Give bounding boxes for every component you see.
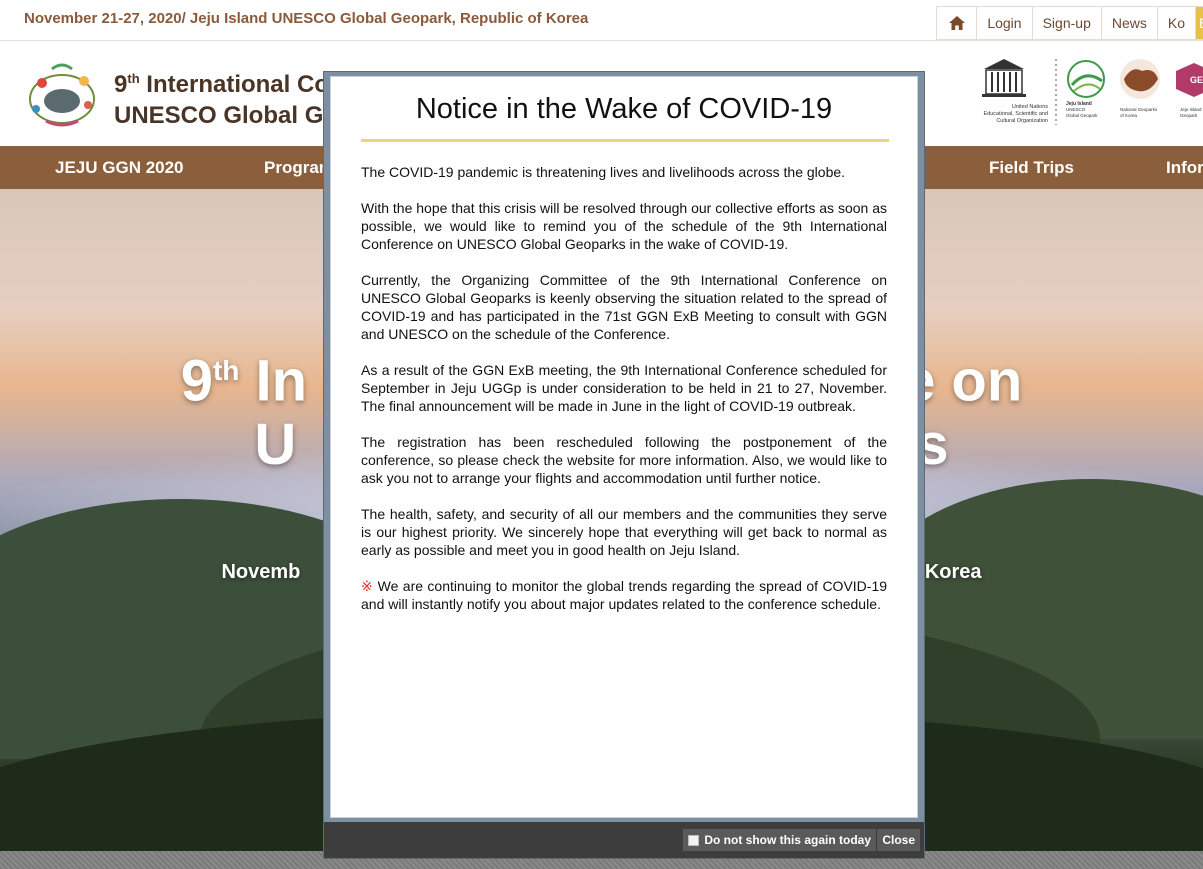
dont-show-today-label[interactable]: Do not show this again today <box>704 833 871 847</box>
svg-text:Geopark: Geopark <box>1180 113 1198 118</box>
notice-paragraph: Currently, the Organizing Committee of t… <box>361 272 887 342</box>
svg-text:National Geoparks: National Geoparks <box>1120 107 1158 112</box>
unesco-logo: United Nations Educational, Scientific a… <box>982 59 1048 124</box>
notice-paragraph: As a result of the GGN ExB meeting, the … <box>361 362 887 414</box>
notice-paragraph: The registration has been rescheduled fo… <box>361 434 887 486</box>
title-underline <box>361 139 889 142</box>
conference-logo[interactable] <box>22 61 102 129</box>
reference-mark-icon: ※ <box>361 578 374 594</box>
signup-link[interactable]: Sign-up <box>1031 6 1101 40</box>
jeju-geopark-badge: GEO Jeju Island Geopark <box>1176 63 1203 118</box>
svg-text:UNESCO: UNESCO <box>1066 107 1086 112</box>
checkbox-icon[interactable] <box>688 834 700 846</box>
notice-note: ※ We are continuing to monitor the globa… <box>361 577 887 613</box>
notice-note-text: We are continuing to monitor the global … <box>361 578 888 612</box>
nav-field-trips[interactable]: Field Trips <box>989 158 1074 178</box>
notice-paragraph: With the hope that this crisis will be r… <box>361 200 887 252</box>
home-button[interactable] <box>936 6 977 40</box>
notice-paragraph: The health, safety, and security of all … <box>361 506 887 558</box>
title-line-1: International Co <box>139 71 329 98</box>
korean-language-link[interactable]: Ko <box>1156 6 1195 40</box>
hero-title-ordinal: th <box>212 355 240 386</box>
svg-text:GEO: GEO <box>1190 75 1203 85</box>
hero-title-number: 9 <box>180 348 213 414</box>
popup-content: Notice in the Wake of COVID-19 The COVID… <box>330 76 918 818</box>
svg-text:United Nations: United Nations <box>1012 104 1048 110</box>
english-language-link[interactable]: E <box>1195 6 1203 40</box>
event-date-line: November 21-27, 2020/ Jeju Island UNESCO… <box>24 10 589 27</box>
hero-subtitle-left: Novemb <box>221 561 301 583</box>
dont-show-today-checkbox[interactable]: Do not show this again today <box>683 829 876 851</box>
svg-text:Global Geopark: Global Geopark <box>1066 113 1098 118</box>
home-icon <box>948 16 965 30</box>
top-nav: Login Sign-up News Ko E <box>936 6 1203 40</box>
login-link[interactable]: Login <box>976 6 1032 40</box>
popup-body: The COVID-19 pandemic is threatening liv… <box>361 163 887 631</box>
top-bar: November 21-27, 2020/ Jeju Island UNESCO… <box>0 0 1203 41</box>
notice-paragraph: The COVID-19 pandemic is threatening liv… <box>361 164 846 180</box>
title-line-2: UNESCO Global Ge <box>114 102 337 129</box>
title-ordinal: th <box>127 71 140 86</box>
hero-title-line-1-left: In <box>239 348 308 414</box>
hero-title-line-2-left: U <box>254 412 297 478</box>
svg-text:Jeju Island: Jeju Island <box>1180 107 1202 112</box>
national-geoparks-korea-logo: National Geoparks of Korea <box>1120 59 1160 118</box>
popup-footer: Do not show this again today Close <box>324 822 924 858</box>
jeju-geopark-logo: Jeju Island UNESCO Global Geopark <box>1066 60 1105 118</box>
nav-jeju-ggn-2020[interactable]: JEJU GGN 2020 <box>55 158 184 178</box>
partner-logos: United Nations Educational, Scientific a… <box>982 59 1203 125</box>
nav-information[interactable]: Infor <box>1166 158 1203 178</box>
svg-text:of Korea: of Korea <box>1120 113 1138 118</box>
site-title[interactable]: 9th International Co UNESCO Global Ge <box>114 63 337 131</box>
popup-title: Notice in the Wake of COVID-19 <box>415 93 833 125</box>
svg-text:Educational, Scientific and: Educational, Scientific and <box>983 111 1048 117</box>
title-number: 9 <box>114 71 128 98</box>
covid-notice-popup: Notice in the Wake of COVID-19 The COVID… <box>323 71 925 859</box>
news-link[interactable]: News <box>1100 6 1157 40</box>
close-button[interactable]: Close <box>877 829 920 851</box>
svg-text:Cultural Organization: Cultural Organization <box>996 118 1048 124</box>
